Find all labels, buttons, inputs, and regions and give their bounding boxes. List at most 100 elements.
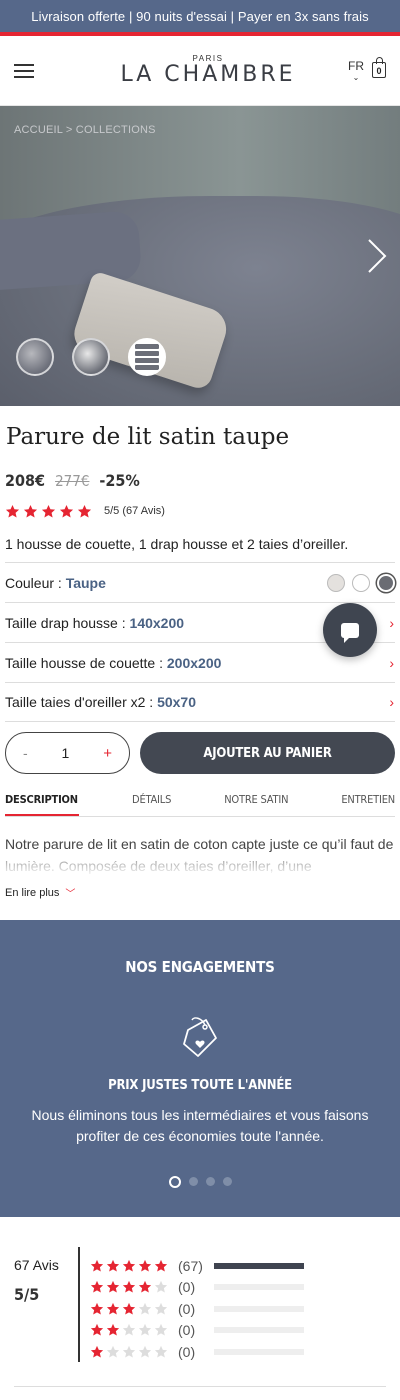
chevron-right-icon[interactable] xyxy=(366,238,388,274)
star-filled-icon xyxy=(90,1280,104,1294)
star-empty-icon xyxy=(122,1323,136,1337)
star-empty-icon xyxy=(154,1323,168,1337)
product-summary: 1 housse de couette, 1 drap housse et 2 … xyxy=(5,536,349,552)
promo-text: Livraison offerte | 90 nuits d'essai | P… xyxy=(31,8,369,24)
option-label: Taille housse de couette : xyxy=(5,654,167,671)
rating-count: (67) xyxy=(178,1257,203,1274)
rating-breakdown-row[interactable]: (0) xyxy=(90,1320,304,1342)
read-more-label: En lire plus xyxy=(5,886,60,899)
rating-breakdown-row[interactable]: (0) xyxy=(90,1341,304,1363)
add-to-cart-button[interactable]: AJOUTER AU PANIER xyxy=(140,732,395,774)
rating-count: (0) xyxy=(178,1279,196,1296)
star-filled-icon xyxy=(90,1345,104,1359)
star-empty-icon xyxy=(138,1345,152,1359)
logo-name: LA CHAMBRE xyxy=(120,62,296,87)
rating-breakdown-row[interactable]: (0) xyxy=(90,1298,304,1320)
rating-text: 5/5 (67 Avis) xyxy=(104,505,165,517)
read-more-link[interactable]: En lire plus ﹀ xyxy=(5,885,395,901)
option-color-label: Couleur : xyxy=(5,574,66,591)
cart-count: 0 xyxy=(376,66,382,76)
star-filled-icon xyxy=(59,504,74,519)
chat-button[interactable] xyxy=(323,603,377,657)
star-filled-icon xyxy=(154,1259,168,1273)
star-filled-icon xyxy=(77,504,92,519)
engagements-title: NOS ENGAGEMENTS xyxy=(125,958,275,976)
rating-bar-fill xyxy=(214,1262,304,1269)
option-label: Taille taies d'oreiller x2 : xyxy=(5,694,158,710)
color-swatches xyxy=(327,573,395,592)
star-filled-icon xyxy=(122,1280,136,1294)
rating-stars xyxy=(90,1302,168,1316)
thumbnail-3[interactable] xyxy=(128,338,166,376)
star-filled-icon xyxy=(23,504,38,519)
swatch-white[interactable] xyxy=(352,573,370,592)
chevron-down-icon: ⌄ xyxy=(352,72,360,82)
option-pillowcase-size[interactable]: Taille taies d'oreiller x2 : 50x70 › xyxy=(5,682,395,722)
rating-count: (0) xyxy=(178,1300,196,1317)
thumbnail-1[interactable] xyxy=(16,338,54,376)
option-label: Taille drap housse : xyxy=(5,614,130,631)
promo-banner: Livraison offerte | 90 nuits d'essai | P… xyxy=(0,0,400,36)
quantity-decrease-button[interactable]: - xyxy=(23,745,28,761)
shopping-bag-icon[interactable]: 0 xyxy=(372,56,386,78)
quantity-increase-button[interactable]: + xyxy=(103,745,112,762)
rating-bar xyxy=(214,1327,304,1334)
product-title: Parure de lit satin taupe xyxy=(6,424,290,450)
quantity-stepper: - 1 + xyxy=(5,732,130,774)
rating-count: (0) xyxy=(178,1343,196,1360)
price-tag-heart-icon xyxy=(180,1014,220,1062)
star-empty-icon xyxy=(154,1345,168,1359)
carousel-dot[interactable] xyxy=(205,1177,215,1186)
star-filled-icon xyxy=(90,1259,104,1273)
reviews-score: 5/5 xyxy=(14,1285,40,1304)
engagement-text: Nous éliminons tous les intermédiaires e… xyxy=(31,1107,369,1144)
folded-sheets-icon xyxy=(135,344,159,370)
star-filled-icon xyxy=(122,1259,136,1273)
option-color: Couleur : Taupe xyxy=(5,562,395,602)
rating-breakdown-row[interactable]: (0) xyxy=(90,1277,304,1299)
tab-our-satin[interactable]: NOTRE SATIN xyxy=(224,793,288,816)
hamburger-icon[interactable] xyxy=(14,63,34,78)
star-filled-icon xyxy=(138,1259,152,1273)
product-rating[interactable]: 5/5 (67 Avis) xyxy=(5,503,395,519)
chevron-right-icon: › xyxy=(389,654,394,671)
rating-bar xyxy=(214,1305,304,1312)
swatch-taupe[interactable] xyxy=(377,573,395,592)
swatch-light-grey[interactable] xyxy=(327,573,345,592)
tab-description[interactable]: DESCRIPTION xyxy=(5,793,79,816)
option-value: 140x200 xyxy=(129,614,185,631)
quantity-value[interactable]: 1 xyxy=(62,745,70,761)
star-filled-icon xyxy=(90,1323,104,1337)
rating-stars xyxy=(5,504,92,519)
engagement-subtitle: PRIX JUSTES TOUTE L'ANNÉE xyxy=(108,1078,292,1093)
rating-breakdown-row[interactable]: (67) xyxy=(90,1255,304,1277)
chevron-down-icon: ﹀ xyxy=(65,889,76,900)
star-empty-icon xyxy=(106,1345,120,1359)
star-filled-icon xyxy=(106,1259,120,1273)
breadcrumb[interactable]: ACCUEIL > COLLECTIONS xyxy=(14,124,156,136)
chevron-right-icon: › xyxy=(389,694,394,710)
site-header: PARIS LA CHAMBRE FR ⌄ 0 xyxy=(0,36,400,106)
star-filled-icon xyxy=(90,1302,104,1316)
thumbnail-2[interactable] xyxy=(72,338,110,376)
language-selector[interactable]: FR ⌄ xyxy=(348,60,364,82)
logo[interactable]: PARIS LA CHAMBRE xyxy=(120,54,295,87)
discount-badge: -25% xyxy=(99,471,140,490)
carousel-dot[interactable] xyxy=(168,1175,181,1188)
product-hero-image: ACCUEIL > COLLECTIONS xyxy=(0,106,400,406)
carousel-dot[interactable] xyxy=(188,1177,198,1186)
star-empty-icon xyxy=(154,1280,168,1294)
chevron-right-icon: › xyxy=(389,614,394,631)
carousel-dot[interactable] xyxy=(222,1177,232,1186)
star-empty-icon xyxy=(138,1323,152,1337)
star-filled-icon xyxy=(106,1323,120,1337)
current-price: 208€ xyxy=(5,471,46,490)
rating-stars xyxy=(90,1280,168,1294)
rating-count: (0) xyxy=(178,1322,196,1339)
star-filled-icon xyxy=(41,504,56,519)
star-empty-icon xyxy=(122,1345,136,1359)
star-empty-icon xyxy=(138,1302,152,1316)
tab-care[interactable]: ENTRETIEN xyxy=(341,793,395,816)
product-tabs: DESCRIPTION DÉTAILS NOTRE SATIN ENTRETIE… xyxy=(5,793,395,817)
tab-details[interactable]: DÉTAILS xyxy=(132,793,171,816)
